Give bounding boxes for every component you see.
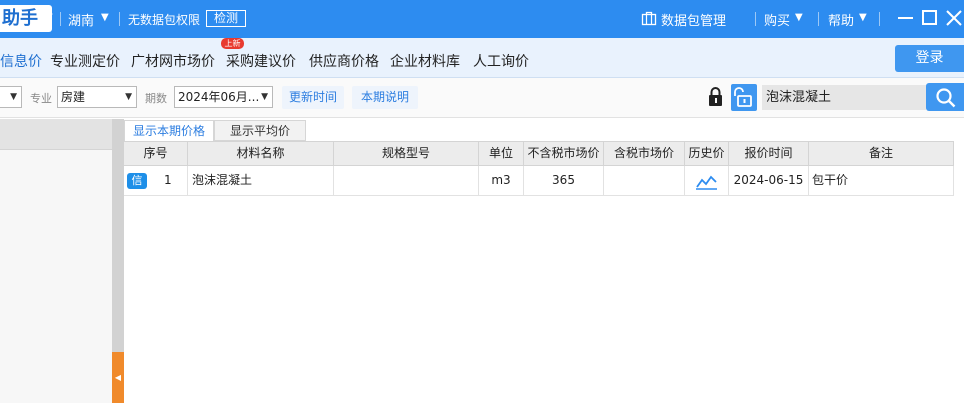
cell-price-incl-tax xyxy=(604,166,685,195)
cell-index: 信 1 xyxy=(124,166,188,195)
login-button[interactable]: 登录 xyxy=(895,45,964,72)
new-badge: 上新 xyxy=(221,38,244,49)
cell-price-excl-tax: 365 xyxy=(524,166,604,195)
title-bar: 助手 ▼ 湖南 ▼ 无数据包权限 检测 数据包管理 购买 ▼ 帮助 ▼ xyxy=(0,0,964,38)
tab-professional-price[interactable]: 专业测定价 xyxy=(50,51,120,71)
region-dropdown[interactable]: ▼ xyxy=(0,86,22,108)
specialty-label: 专业 xyxy=(30,92,52,105)
tab-market-price[interactable]: 广材网市场价 xyxy=(131,51,215,71)
cell-quote-date: 2024-06-15 xyxy=(729,166,809,195)
buy-dropdown-icon[interactable]: ▼ xyxy=(795,12,803,23)
tab-current-price[interactable]: 显示本期价格 xyxy=(124,120,214,141)
search-button[interactable] xyxy=(926,83,964,111)
col-name[interactable]: 材料名称 xyxy=(188,142,334,165)
tab-enterprise-library[interactable]: 企业材料库 xyxy=(390,51,460,71)
divider xyxy=(60,12,61,26)
region-selector[interactable]: 湖南 xyxy=(68,10,94,29)
col-quote-date[interactable]: 报价时间 xyxy=(729,142,809,165)
period-note-button[interactable]: 本期说明 xyxy=(352,86,418,109)
permission-text: 无数据包权限 xyxy=(128,13,201,27)
cell-history xyxy=(685,166,729,195)
col-price-excl-tax[interactable]: 不含税市场价 xyxy=(524,142,604,165)
tab-info-price[interactable]: 信息价 xyxy=(0,51,42,71)
cell-name: 泡沫混凝土 xyxy=(188,166,334,195)
specialty-select[interactable]: 房建 ▼ xyxy=(57,86,137,108)
search-input[interactable]: 泡沫混凝土 xyxy=(762,85,926,110)
unlock-icon[interactable] xyxy=(731,84,757,111)
cell-remark: 包干价 xyxy=(809,166,954,195)
tab-supplier-price[interactable]: 供应商价格 xyxy=(309,51,379,71)
table-row[interactable]: 信 1 泡沫混凝土 m3 365 2024-06-15 包干价 xyxy=(124,166,954,196)
col-remark[interactable]: 备注 xyxy=(809,142,954,165)
row-index: 1 xyxy=(164,173,172,187)
help-dropdown-icon[interactable]: ▼ xyxy=(859,12,867,23)
divider xyxy=(879,12,880,26)
period-label: 期数 xyxy=(145,92,167,105)
tab-average-price[interactable]: 显示平均价 xyxy=(214,120,306,141)
region-dropdown-icon[interactable]: ▼ xyxy=(101,12,109,23)
category-tree-panel xyxy=(0,119,112,403)
period-select[interactable]: 2024年06月... ▼ xyxy=(174,86,273,108)
check-button[interactable]: 检测 xyxy=(206,10,246,27)
minimize-icon[interactable] xyxy=(896,9,916,27)
table-header: 序号 材料名称 规格型号 单位 不含税市场价 含税市场价 历史价 报价时间 备注 xyxy=(124,141,954,166)
tab-manual-inquiry[interactable]: 人工询价 xyxy=(473,51,529,71)
col-history[interactable]: 历史价 xyxy=(685,142,729,165)
divider xyxy=(818,12,819,26)
nav-bar: 信息价 专业测定价 广材网市场价 上新 采购建议价 供应商价格 企业材料库 人工… xyxy=(0,38,964,78)
trend-chart-icon[interactable] xyxy=(696,172,718,195)
info-price-badge: 信 xyxy=(127,173,147,189)
search-icon xyxy=(935,87,957,112)
help-menu[interactable]: 帮助 xyxy=(828,10,854,29)
collapse-panel-button[interactable]: ◀ xyxy=(112,352,124,403)
col-unit[interactable]: 单位 xyxy=(479,142,524,165)
maximize-icon[interactable] xyxy=(920,9,940,27)
logo-dropdown-caret[interactable]: ▼ xyxy=(45,12,53,23)
col-index[interactable]: 序号 xyxy=(124,142,188,165)
tab-purchase-price[interactable]: 采购建议价 xyxy=(226,51,296,71)
specialty-value: 房建 xyxy=(61,90,86,104)
close-icon[interactable] xyxy=(944,9,964,27)
divider xyxy=(119,12,120,26)
cell-spec xyxy=(334,166,479,195)
briefcase-icon[interactable] xyxy=(641,10,657,29)
period-value: 2024年06月... xyxy=(178,90,260,104)
lock-icon[interactable] xyxy=(706,86,726,111)
data-package-button[interactable]: 数据包管理 xyxy=(661,10,726,29)
divider xyxy=(755,12,756,26)
col-spec[interactable]: 规格型号 xyxy=(334,142,479,165)
cell-unit: m3 xyxy=(479,166,524,195)
category-tree-header xyxy=(0,119,112,150)
col-price-incl-tax[interactable]: 含税市场价 xyxy=(604,142,685,165)
update-time-button[interactable]: 更新时间 xyxy=(282,86,344,109)
buy-menu[interactable]: 购买 xyxy=(764,10,790,29)
